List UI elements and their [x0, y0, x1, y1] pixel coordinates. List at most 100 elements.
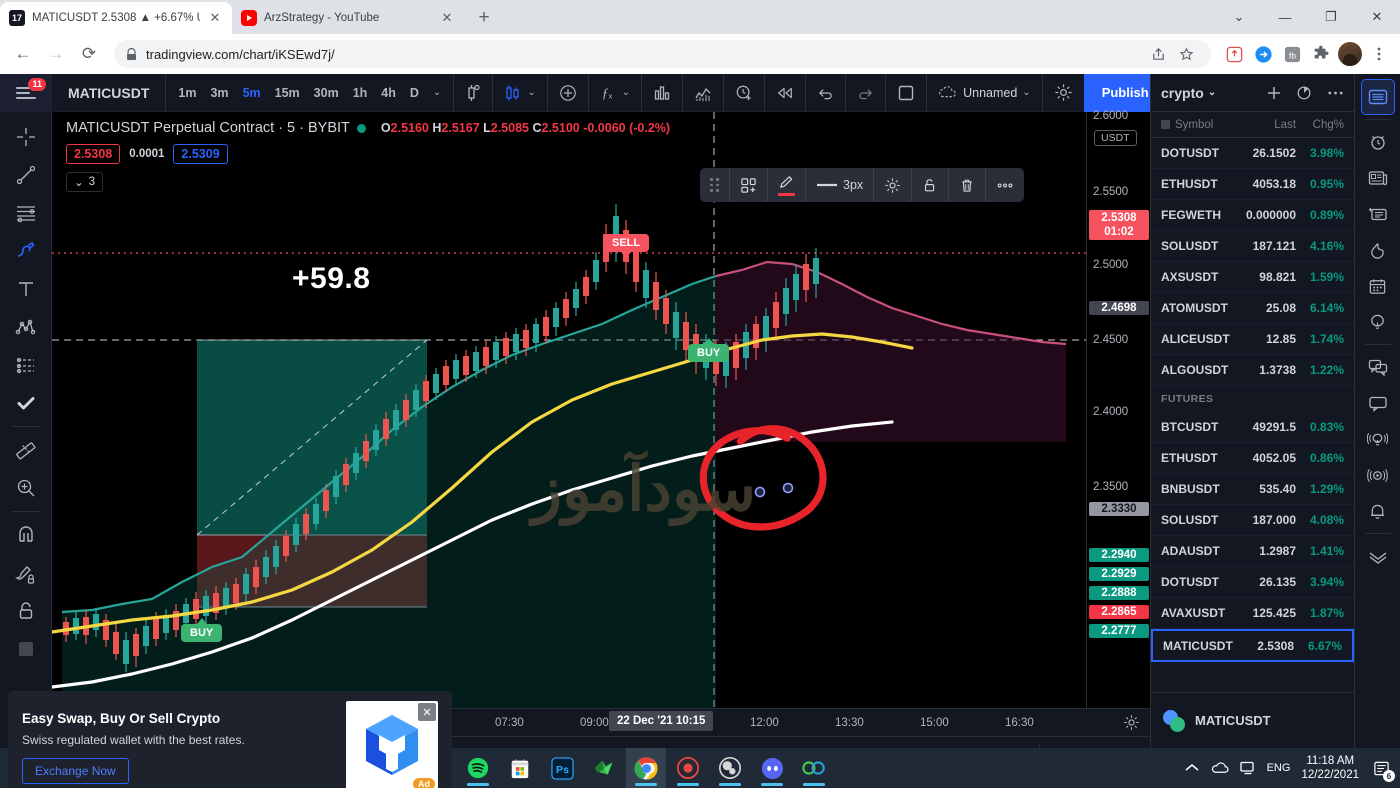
avatar[interactable] — [1337, 41, 1363, 67]
watchlist-row[interactable]: ATOMUSDT 25.08 6.14% — [1151, 293, 1354, 324]
add-symbol-icon[interactable] — [1266, 85, 1282, 101]
share-icon[interactable] — [1145, 41, 1171, 67]
save-layout-button[interactable]: Unnamed ⌄ — [927, 73, 1043, 112]
watchlist-row[interactable]: DOTUSDT 26.135 3.94% — [1151, 567, 1354, 598]
spotify-icon[interactable] — [458, 748, 498, 788]
microsoft-store-icon[interactable] — [500, 748, 540, 788]
onedrive-icon[interactable] — [1210, 761, 1229, 775]
chevron-down-icon[interactable]: ⌄ — [1022, 87, 1030, 98]
extension-adblock-icon[interactable]: fb — [1279, 41, 1305, 67]
chevron-down-icon[interactable]: ⌄ — [433, 87, 441, 98]
ideas-lightbulb-icon[interactable] — [1361, 304, 1395, 340]
price-chart[interactable]: MATICUSDT Perpetual Contract · 5 · BYBIT… — [52, 112, 1086, 708]
discord-icon[interactable] — [752, 748, 792, 788]
ad-cta-button[interactable]: Exchange Now — [22, 757, 129, 784]
reload-icon[interactable]: ⟳ — [74, 39, 104, 69]
tf-d[interactable]: D — [410, 86, 419, 100]
obs-studio-icon[interactable] — [710, 748, 750, 788]
strategy-tester-button[interactable] — [683, 73, 725, 112]
red-record-app-icon[interactable] — [668, 748, 708, 788]
chart-settings-button[interactable] — [1043, 74, 1084, 112]
drawings-panel-icon[interactable] — [7, 630, 45, 668]
text-tool-icon[interactable] — [7, 270, 45, 308]
hide-drawings-lock-icon[interactable] — [7, 592, 45, 630]
close-icon[interactable]: ✕ — [207, 10, 223, 26]
buy-marker-left[interactable]: BUY — [181, 618, 223, 642]
chevron-expand-icon[interactable] — [1361, 538, 1395, 574]
broadcast-idea-icon[interactable] — [1361, 421, 1395, 457]
more-options-button[interactable] — [986, 168, 1024, 202]
show-hidden-icons-chevron[interactable] — [1185, 763, 1199, 773]
zoom-in-tool-icon[interactable] — [7, 469, 45, 507]
maximize-icon[interactable]: ❐ — [1308, 0, 1354, 34]
new-tab-button[interactable]: + — [470, 4, 498, 32]
drag-handle[interactable] — [700, 168, 730, 202]
main-menu-button[interactable]: 11 — [0, 73, 52, 112]
bar-replay-style-button[interactable]: ⌄ — [493, 73, 548, 112]
crosshair-tool-icon[interactable] — [7, 118, 45, 156]
indicators-fx-button[interactable]: ƒx ⌄ — [589, 73, 643, 112]
timescale-settings-button[interactable] — [1123, 714, 1140, 731]
advertisement-overlay[interactable]: Easy Swap, Buy Or Sell Crypto Swiss regu… — [8, 691, 452, 788]
chevron-down-icon[interactable]: ⌄ — [1216, 0, 1262, 34]
symbol-search-button[interactable]: MATICUSDT — [52, 73, 167, 112]
address-bar[interactable]: tradingview.com/chart/iKSEwd7j/ — [114, 40, 1211, 68]
watchlist-row[interactable]: BNBUSDT 535.40 1.29% — [1151, 474, 1354, 505]
watchlist-row[interactable]: ALICEUSDT 12.85 1.74% — [1151, 324, 1354, 355]
bid-price[interactable]: 2.5308 — [66, 144, 121, 164]
watchlist-row[interactable]: AXSUSDT 98.821 1.59% — [1151, 262, 1354, 293]
tf-3m[interactable]: 3m — [210, 86, 228, 100]
taskbar-clock[interactable]: 11:18 AM 12/22/2021 — [1301, 754, 1359, 782]
stream-icon[interactable] — [1361, 457, 1395, 493]
pie-chart-icon[interactable] — [1296, 84, 1313, 101]
trend-line-tool-icon[interactable] — [7, 156, 45, 194]
delete-drawing-button[interactable] — [949, 168, 987, 202]
chevron-down-icon[interactable]: ⌄ — [527, 87, 535, 98]
browser-tab-tradingview[interactable]: 17 MATICUSDT 2.5308 ▲ +6.67% Un ✕ — [0, 2, 232, 34]
tf-1m[interactable]: 1m — [178, 86, 196, 100]
watchlist-detail[interactable]: MATICUSDT — [1151, 692, 1355, 748]
alerts-button[interactable] — [724, 73, 766, 112]
watchlist-row[interactable]: DOTUSDT 26.1502 3.98% — [1151, 138, 1354, 169]
close-window-icon[interactable]: ✕ — [1354, 0, 1400, 34]
extensions-puzzle-icon[interactable] — [1308, 41, 1334, 67]
drawing-settings-button[interactable] — [874, 168, 913, 202]
watchlist-row[interactable]: ETHUSDT 4053.18 0.95% — [1151, 169, 1354, 200]
watchlist-row[interactable]: FEGWETH 0.000000 0.89% — [1151, 200, 1354, 231]
calendar-icon[interactable] — [1361, 268, 1395, 304]
tf-1h[interactable]: 1h — [353, 86, 368, 100]
watchlist-row[interactable]: ADAUSDT 1.2987 1.41% — [1151, 536, 1354, 567]
measure-tool-icon[interactable] — [7, 431, 45, 469]
browser-tab-youtube[interactable]: ArzStrategy - YouTube ✕ — [232, 2, 464, 34]
tf-5m[interactable]: 5m — [243, 86, 261, 100]
minimize-icon[interactable]: — — [1262, 0, 1308, 34]
tf-4h[interactable]: 4h — [381, 86, 396, 100]
checkmark-tool-icon[interactable] — [7, 384, 45, 422]
watchlist-row[interactable]: SOLUSDT 187.000 4.08% — [1151, 505, 1354, 536]
chat-icon[interactable] — [1361, 349, 1395, 385]
lock-drawings-icon[interactable] — [7, 554, 45, 592]
sell-marker[interactable]: SELL — [603, 234, 650, 258]
bookmark-star-icon[interactable] — [1173, 41, 1199, 67]
extension-blue-icon[interactable] — [1250, 41, 1276, 67]
watchlist-row[interactable]: SOLUSDT 187.121 4.16% — [1151, 231, 1354, 262]
add-indicator-button[interactable] — [548, 73, 589, 112]
watchlist-more-icon[interactable] — [1327, 90, 1344, 96]
network-icon[interactable] — [1239, 761, 1256, 775]
brush-tool-icon[interactable] — [7, 232, 45, 270]
tf-15m[interactable]: 15m — [275, 86, 300, 100]
redo-button[interactable] — [846, 73, 887, 112]
infinity-app-icon[interactable] — [794, 748, 834, 788]
templates-button[interactable] — [730, 168, 768, 202]
notifications-bell-icon[interactable] — [1361, 493, 1395, 529]
watchlist-panel-icon[interactable] — [1360, 79, 1395, 115]
news-icon[interactable] — [1361, 160, 1395, 196]
line-width-button[interactable]: 3px — [806, 168, 875, 202]
buy-marker-mid[interactable]: BUY — [688, 338, 730, 362]
watchlist-row[interactable]: ALGOUSDT 1.3738 1.22% — [1151, 355, 1354, 386]
bar-replay-button[interactable] — [765, 73, 807, 112]
ask-price[interactable]: 2.5309 — [173, 144, 228, 164]
green-app-icon[interactable] — [584, 748, 624, 788]
watchlist-row-selected[interactable]: MATICUSDT 2.5308 6.67% — [1151, 629, 1354, 662]
close-icon[interactable]: ✕ — [439, 10, 455, 26]
